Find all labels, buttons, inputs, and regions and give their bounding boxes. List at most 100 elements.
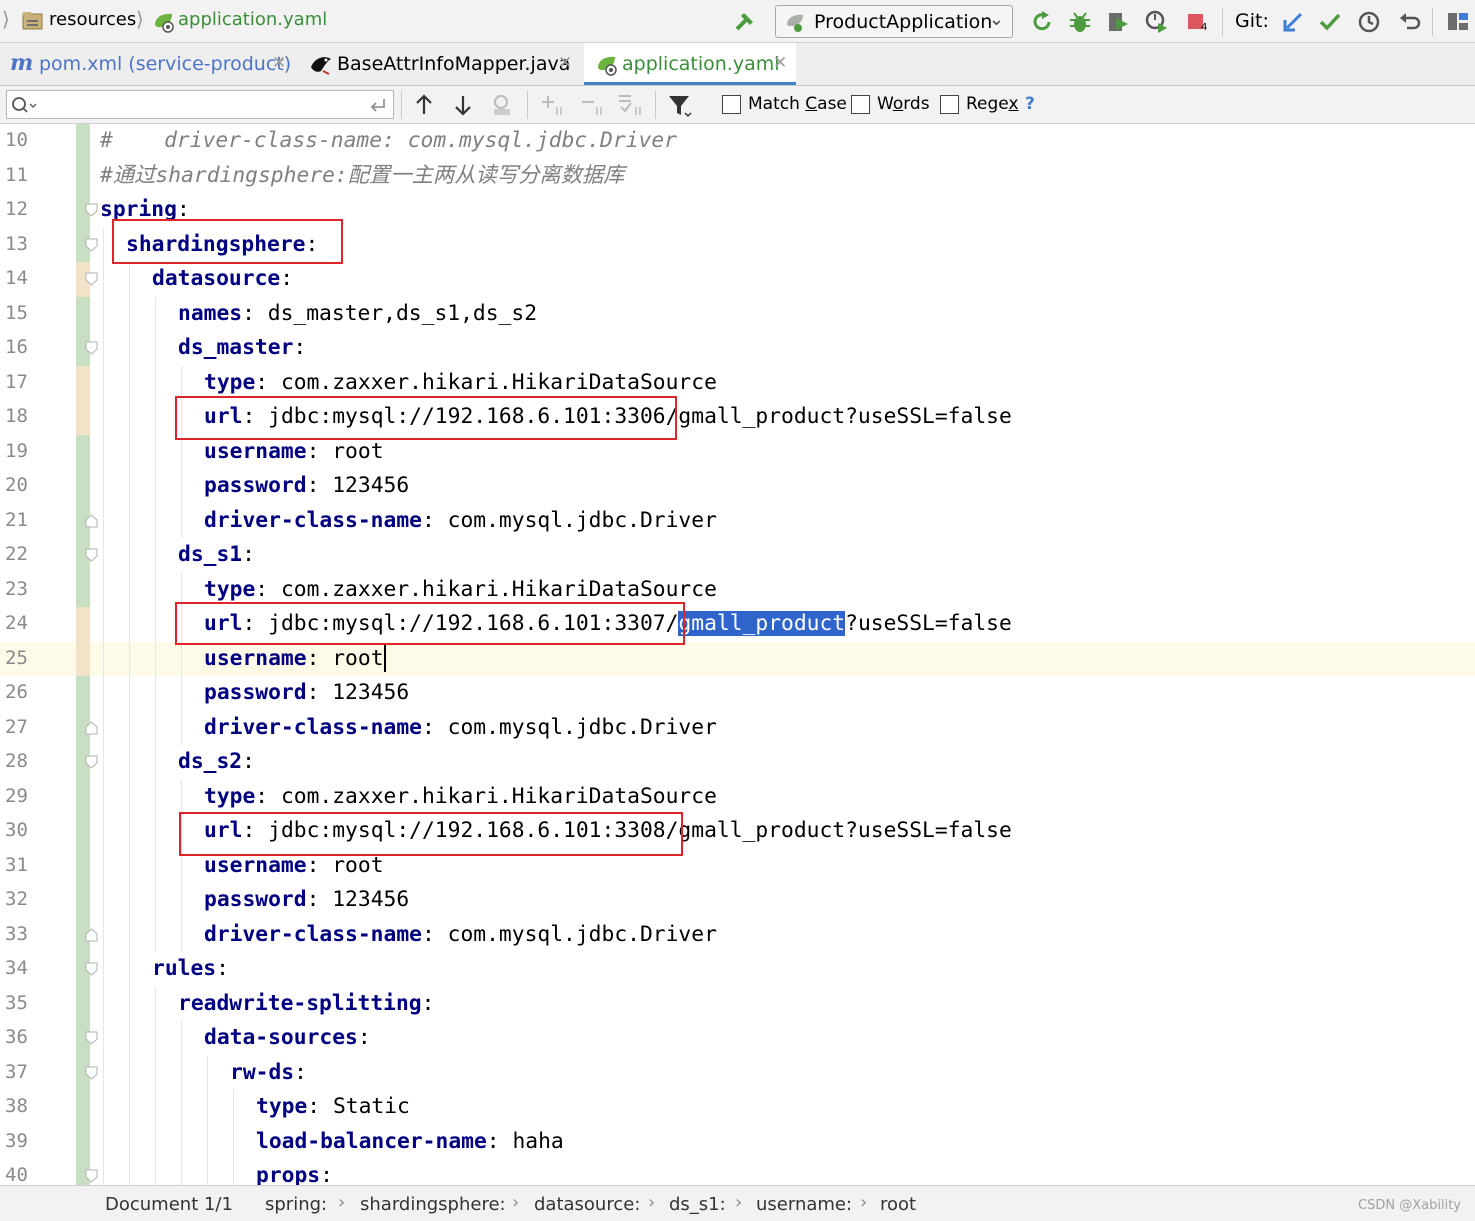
vcs-change-marker[interactable] [76,676,90,711]
indent-guide [155,848,156,883]
indent-guide [103,883,104,918]
close-icon[interactable]: ✕ [773,53,787,73]
profiler-icon[interactable] [1145,10,1169,34]
yaml-key: driver-class-name [204,921,422,947]
match-case-checkbox[interactable] [722,95,741,114]
vcs-change-marker[interactable] [76,365,90,400]
yaml-value: com.mysql.jdbc.Driver [447,921,717,947]
code-line: password: 123456 [204,883,409,917]
tab-base-attr-info-mapper[interactable]: BaseAttrInfoMapper.java ✕ [300,43,582,85]
fold-marker-icon[interactable] [85,1066,98,1080]
fold-marker-icon[interactable] [85,962,98,976]
debug-bug-icon[interactable] [1068,10,1092,34]
fold-marker-icon[interactable] [85,341,98,355]
regex-checkbox[interactable] [940,95,959,114]
project-structure-icon[interactable] [1446,10,1470,34]
build-hammer-icon[interactable] [733,9,757,33]
vcs-change-marker[interactable] [76,1124,90,1159]
vcs-change-marker[interactable] [76,469,90,504]
yaml-punctuation: : [255,783,281,809]
regex-help-link[interactable]: ? [1025,94,1035,114]
fold-marker-icon[interactable] [85,720,98,735]
git-history-icon[interactable] [1357,10,1381,34]
vcs-change-marker[interactable] [76,400,90,435]
fold-marker-icon[interactable] [85,548,98,562]
match-case-label: Match Case [748,94,847,114]
indent-guide [155,676,156,711]
indent-guide [181,676,182,711]
git-rollback-icon[interactable] [1397,10,1421,34]
line-number: 29 [5,784,28,807]
breadcrumb-resources[interactable]: resources [49,9,136,30]
editor-tab-bar: m pom.xml (service-product) ✕ BaseAttrIn… [0,43,1475,86]
line-number: 13 [5,232,28,255]
find-bar: Match Case Words Regex ? [0,86,1475,124]
status-path-item[interactable]: shardingsphere: [360,1194,506,1215]
status-path-item[interactable]: username: [756,1194,852,1215]
arrow-down-icon[interactable] [453,93,473,117]
vcs-change-marker[interactable] [76,158,90,193]
fold-marker-icon[interactable] [85,927,98,942]
vcs-change-marker[interactable] [76,986,90,1021]
yaml-key: ds_s2 [178,749,243,774]
search-input[interactable] [41,94,361,115]
yaml-key: password [204,680,307,705]
yaml-punctuation: : [421,990,435,1016]
indent-guide [103,1159,104,1185]
yaml-value: 123456 [332,887,410,912]
coverage-icon[interactable] [1106,10,1130,34]
yaml-punctuation: : [421,507,448,533]
code-line: password: 123456 [204,676,409,710]
fold-marker-icon[interactable] [85,272,98,286]
vcs-change-marker[interactable] [76,607,90,642]
vcs-change-marker[interactable] [76,814,90,849]
vcs-change-marker[interactable] [76,296,90,331]
indent-guide [129,986,130,1021]
indent-guide [103,503,104,538]
vcs-change-marker[interactable] [76,1090,90,1125]
tab-pom-xml[interactable]: m pom.xml (service-product) ✕ [0,43,295,85]
new-line-icon[interactable] [369,97,387,113]
status-path-item[interactable]: datasource: [534,1194,640,1215]
close-icon[interactable]: ✕ [558,53,572,73]
vcs-change-marker[interactable] [76,124,90,159]
run-configuration-select[interactable]: ProductApplication ⌄ [775,5,1013,38]
rerun-icon[interactable] [1030,10,1054,34]
search-field[interactable] [6,90,394,119]
fold-marker-icon[interactable] [85,238,98,252]
vcs-change-marker[interactable] [76,641,90,676]
vcs-change-marker[interactable] [76,848,90,883]
status-path-item[interactable]: root [880,1194,916,1215]
code-editor[interactable]: 10 # driver-class-name: com.mysql.jdbc.Dr… [0,124,1475,1185]
status-path-item[interactable]: spring: [265,1194,327,1215]
fold-marker-icon[interactable] [85,1031,98,1045]
tab-application-yaml[interactable]: application.yaml ✕ [584,43,796,85]
indent-guide [207,1090,208,1125]
indent-guide [181,1055,182,1090]
vcs-change-marker[interactable] [76,572,90,607]
status-path-item[interactable]: ds_s1: [669,1194,726,1215]
close-icon[interactable]: ✕ [272,53,286,73]
line-number: 11 [5,163,28,186]
code-line: password: 123456 [204,469,409,503]
fold-marker-icon[interactable] [85,755,98,769]
arrow-up-icon[interactable] [414,93,434,117]
indent-guide [155,1090,156,1125]
indent-guide [103,296,104,331]
filter-icon[interactable] [667,93,695,119]
vcs-change-marker[interactable] [76,779,90,814]
vcs-change-marker[interactable] [76,883,90,918]
words-checkbox[interactable] [851,95,870,114]
fold-marker-icon[interactable] [85,203,98,217]
indent-guide [129,365,130,400]
fold-marker-icon[interactable] [85,513,98,528]
code-line: username: root [204,642,386,676]
fold-marker-icon[interactable] [85,1169,98,1183]
indent-guide [103,986,104,1021]
yaml-key: driver-class-name [204,714,422,740]
vcs-change-marker[interactable] [76,434,90,469]
git-commit-icon[interactable] [1318,10,1342,34]
git-update-icon[interactable] [1281,10,1305,34]
breadcrumb-application-yaml[interactable]: application.yaml [178,9,327,30]
indent-guide [155,365,156,400]
